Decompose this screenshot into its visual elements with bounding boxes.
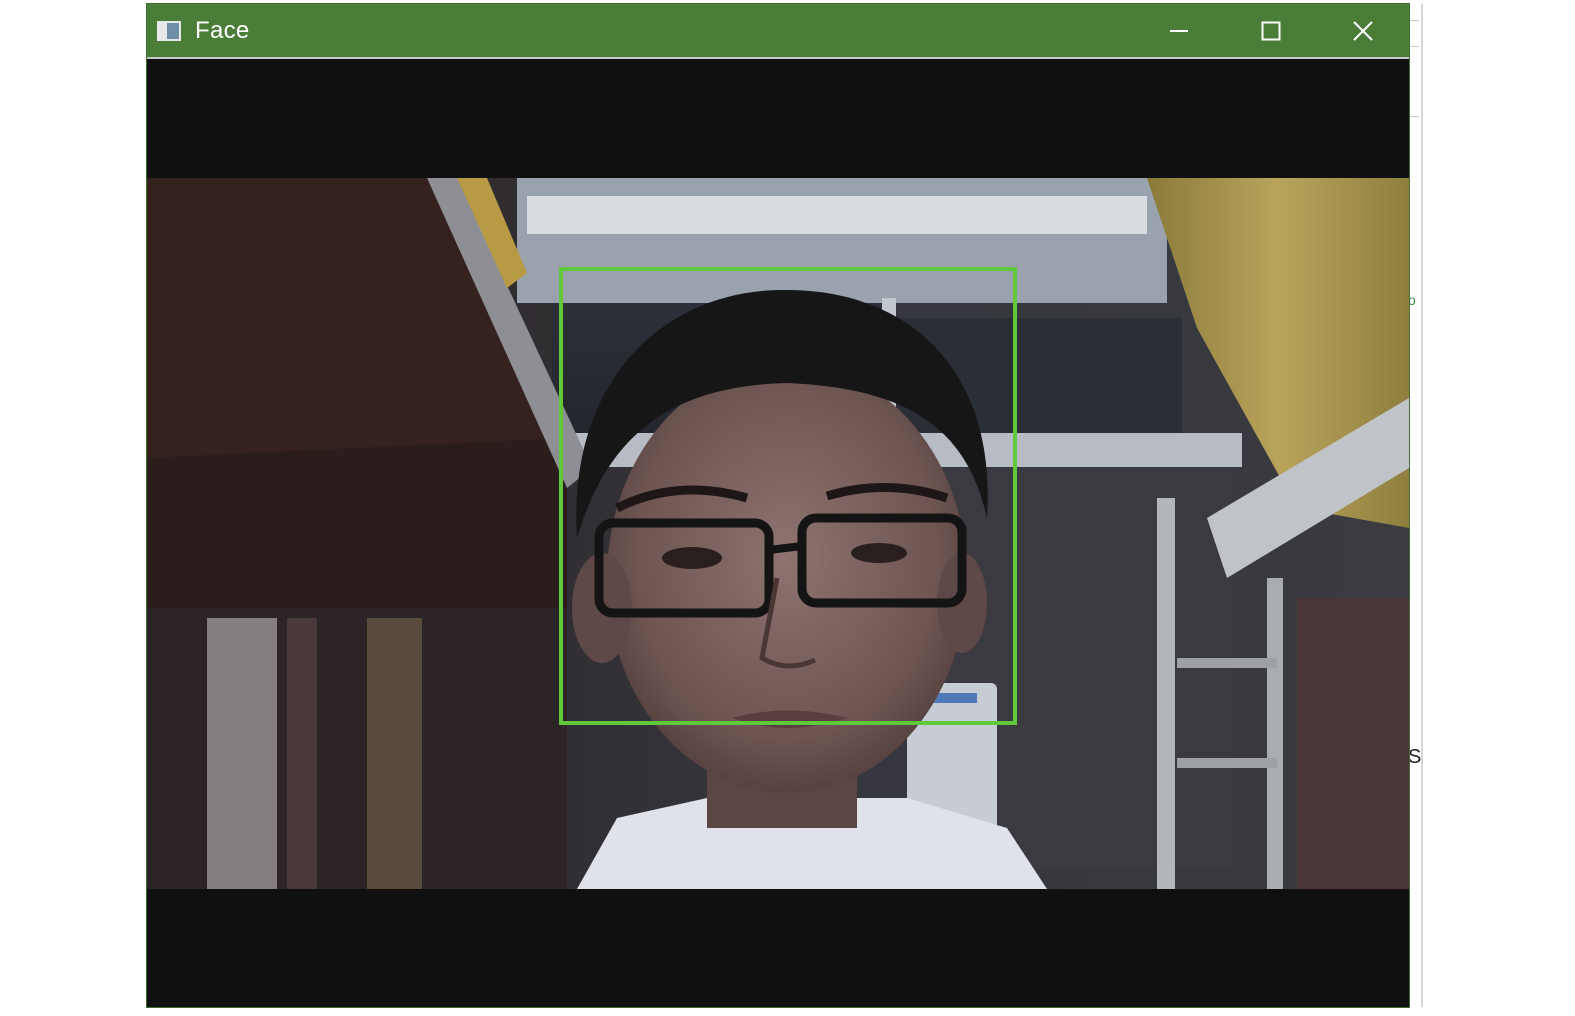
app-window-icon bbox=[157, 20, 181, 41]
face-detection-box bbox=[559, 267, 1017, 725]
window-title: Face bbox=[195, 16, 250, 44]
background-text-fragment: o bbox=[1408, 292, 1416, 308]
window-controls bbox=[1133, 4, 1409, 57]
face-window: Face bbox=[147, 4, 1409, 1007]
close-button[interactable] bbox=[1317, 4, 1409, 57]
minimize-button[interactable] bbox=[1133, 4, 1225, 57]
maximize-icon bbox=[1261, 21, 1281, 40]
minimize-icon bbox=[1170, 29, 1188, 32]
background-text-fragment: S bbox=[1408, 746, 1422, 768]
close-icon bbox=[1353, 20, 1373, 41]
camera-view bbox=[147, 59, 1409, 1007]
title-bar[interactable]: Face bbox=[147, 4, 1409, 59]
maximize-button[interactable] bbox=[1225, 4, 1317, 57]
